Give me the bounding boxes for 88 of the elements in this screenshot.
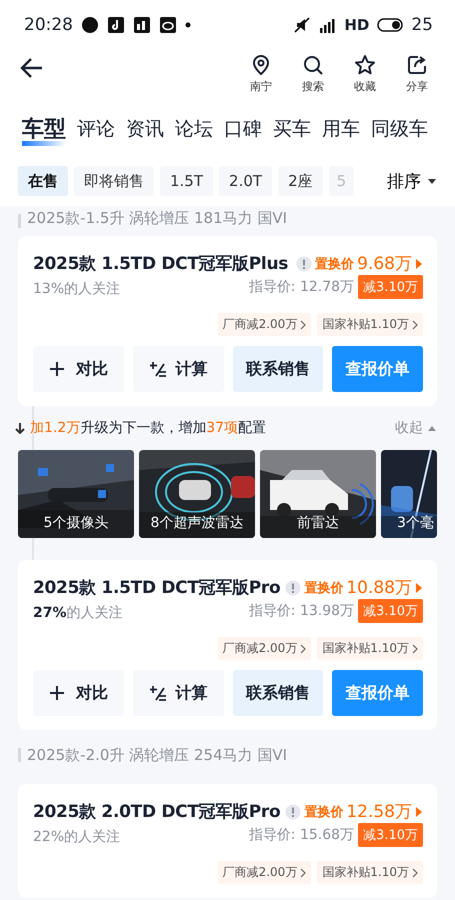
trim-name: 2025款 1.5TD DCT冠军版Plus — [33, 253, 290, 275]
mute-icon — [293, 16, 312, 34]
action-label[interactable]: 南宁 — [250, 79, 272, 94]
chevron-icon — [300, 644, 306, 654]
feature-thumbnail[interactable]: 前雷达 — [260, 450, 376, 538]
app-notification-icon — [159, 16, 177, 34]
feature-caption: 3个毫 — [397, 514, 434, 532]
feature-thumbnail[interactable]: 5个摄像头 — [18, 450, 134, 538]
offer-tag[interactable]: 厂商减2.00万 — [218, 313, 312, 336]
section-header: 2025款-1.5升 涡轮增压 181马力 国VI — [18, 206, 437, 228]
nav-tab[interactable]: 口碑 — [224, 112, 262, 146]
search-icon[interactable] — [302, 54, 324, 76]
nav-tab[interactable]: 论坛 — [175, 112, 213, 146]
plus-icon — [48, 361, 66, 377]
trim-card[interactable]: 2025款 2.0TD DCT冠军版Pro 置换价 12.58万 22%的人关注 指导价: 15.68万 减3.10万 厂商减2.00万 国家补贴1.10万 — [18, 784, 437, 898]
signal-icon — [319, 16, 336, 34]
down-arrow-icon — [14, 422, 26, 434]
nav-tab[interactable]: 评论 — [77, 112, 115, 146]
caret-icon — [415, 806, 423, 818]
offer-tag[interactable]: 厂商减2.00万 — [218, 637, 312, 660]
filter-chip[interactable]: 2.0T — [219, 166, 272, 196]
app-notification-icon — [133, 16, 151, 34]
chevron-icon — [300, 868, 306, 878]
action-label[interactable]: 分享 — [406, 79, 428, 94]
calculator-icon — [148, 685, 166, 701]
trim-name: 2025款 1.5TD DCT冠军版Pro — [33, 577, 282, 599]
discount-tag: 减3.10万 — [358, 599, 423, 623]
feature-caption: 5个摄像头 — [42, 514, 110, 532]
app-notification-icon — [107, 16, 125, 34]
offer-tag[interactable]: 国家补贴1.10万 — [317, 313, 423, 336]
feature-caption: 前雷达 — [296, 514, 340, 532]
star-icon[interactable] — [354, 54, 376, 76]
discount-tag: 减3.10万 — [358, 275, 423, 299]
contact-button[interactable]: 联系销售 — [232, 670, 324, 716]
compare-button[interactable]: 对比 — [33, 670, 124, 716]
filter-chip[interactable]: 在售 — [18, 166, 68, 196]
network-label: HD — [344, 16, 370, 34]
guide-price: 指导价: 12.78万 — [248, 278, 354, 296]
contact-button[interactable]: 联系销售 — [232, 346, 324, 392]
offer-tag[interactable]: 厂商减2.00万 — [218, 861, 312, 884]
nav-tab[interactable]: 资讯 — [126, 112, 164, 146]
feature-thumbnail[interactable]: 3个毫 — [381, 450, 437, 538]
battery-level: 25 — [411, 15, 433, 35]
section-header: 2025款-2.0升 涡轮增压 254马力 国VI — [18, 740, 437, 770]
caret-icon — [427, 424, 437, 432]
clock-time: 20:28 — [24, 15, 73, 35]
trim-card[interactable]: 2025款 1.5TD DCT冠军版Pro 置换价 10.88万 27%的人关注 指导价: 13.98万 减3.10万 厂商减2.00万 国家补贴1.10万 对比 计算 联系销售 查报价单 — [18, 560, 437, 730]
nav-tab[interactable]: 买车 — [273, 112, 311, 146]
info-icon — [296, 256, 312, 272]
calc-button[interactable]: 计算 — [132, 670, 224, 716]
feature-caption: 8个超声波雷达 — [150, 514, 244, 532]
filter-chip[interactable]: 1.5T — [160, 166, 214, 196]
caret-icon — [415, 582, 423, 594]
filter-chip[interactable]: 即将销售 — [74, 166, 154, 196]
more-dot-icon — [185, 22, 191, 28]
trim-card[interactable]: 2025款 1.5TD DCT冠军版Plus 置换价 9.68万 13%的人关注 指导价: 12.78万 减3.10万 厂商减2.00万 国家补贴1.10万 对比 计算 联系销售 查报价单 — [18, 236, 437, 406]
follower-share: 22%的人关注 — [33, 828, 122, 846]
info-icon — [285, 580, 302, 596]
discount-tag: 减3.10万 — [358, 823, 423, 847]
nav-tab[interactable]: 同级车 — [371, 112, 428, 146]
filter-chip[interactable]: 2座 — [278, 166, 323, 196]
location-pin-icon[interactable] — [250, 54, 272, 76]
feature-thumbnail[interactable]: 8个超声波雷达 — [139, 450, 255, 538]
trim-name: 2025款 2.0TD DCT冠军版Pro — [33, 801, 282, 823]
offer-tag[interactable]: 国家补贴1.10万 — [317, 637, 423, 660]
caret-icon — [427, 178, 437, 184]
battery-icon — [377, 18, 404, 32]
plus-icon — [48, 685, 66, 701]
calc-button[interactable]: 计算 — [132, 346, 224, 392]
chevron-icon — [412, 320, 418, 330]
compare-button[interactable]: 对比 — [33, 346, 124, 392]
action-label[interactable]: 收藏 — [354, 79, 376, 94]
calculator-icon — [148, 361, 166, 377]
caret-icon — [415, 258, 423, 270]
guide-price: 指导价: 13.98万 — [248, 602, 354, 620]
info-icon — [285, 804, 302, 820]
guide-price: 指导价: 15.68万 — [248, 826, 354, 844]
action-label[interactable]: 搜索 — [302, 79, 324, 94]
chevron-icon — [412, 868, 418, 878]
follower-share: 13%的人关注 — [33, 280, 122, 298]
nav-tab[interactable]: 用车 — [322, 112, 360, 146]
offer-tag[interactable]: 国家补贴1.10万 — [317, 861, 423, 884]
chevron-icon — [300, 320, 306, 330]
follower-share: 27%的人关注 — [33, 604, 124, 622]
app-notification-icon — [81, 16, 99, 34]
upgrade-note: 加1.2万升级为下一款，增加37项配置 — [30, 419, 268, 437]
chevron-icon — [412, 644, 418, 654]
share-icon[interactable] — [406, 54, 428, 76]
